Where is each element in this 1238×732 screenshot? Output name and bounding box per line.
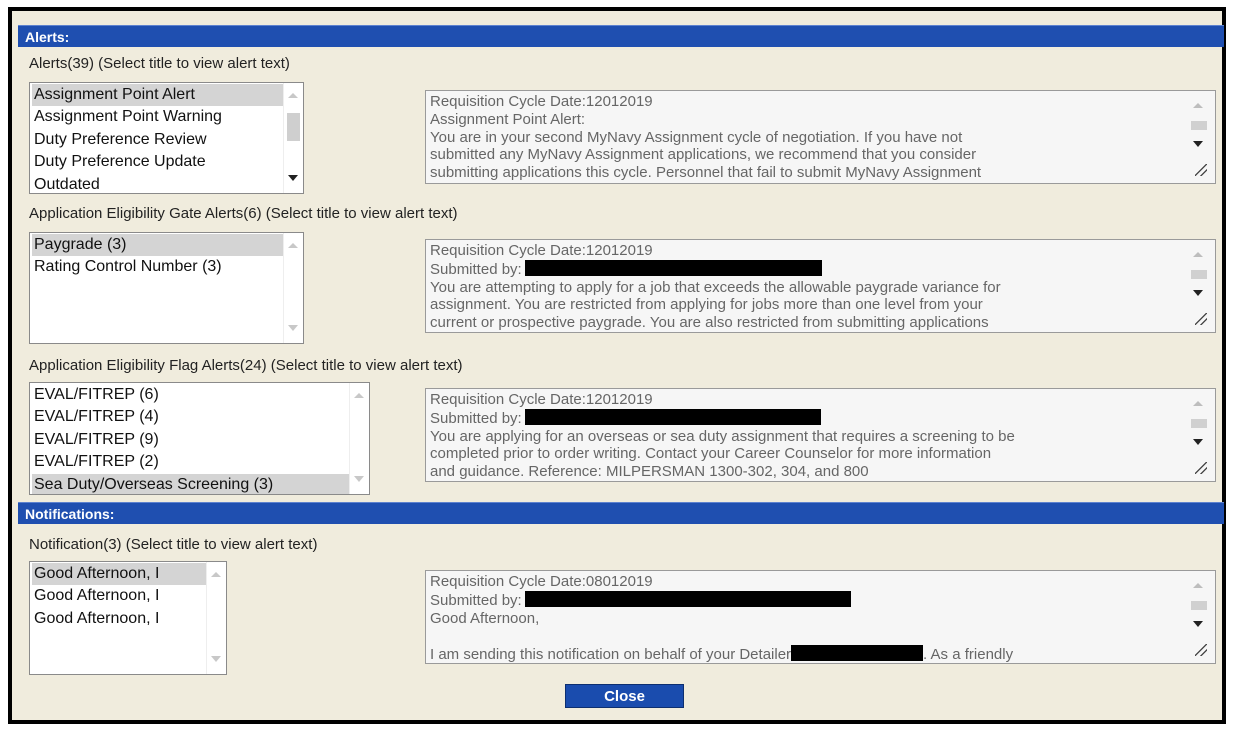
alerts-section-header: Alerts: bbox=[18, 25, 1224, 47]
scroll-up-arrow-icon[interactable] bbox=[288, 243, 298, 248]
scroll-down-arrow-icon[interactable] bbox=[1193, 141, 1203, 147]
scroll-down-arrow-icon[interactable] bbox=[211, 656, 221, 662]
alert-text-line: Requisition Cycle Date:12012019 bbox=[430, 242, 653, 259]
flag-alerts-label: Application Eligibility Flag Alerts(24) … bbox=[29, 357, 463, 374]
redacted-name bbox=[524, 590, 851, 607]
notifications-text-area[interactable]: Requisition Cycle Date:08012019 Submitte… bbox=[425, 570, 1216, 664]
scroll-up-arrow-icon[interactable] bbox=[1193, 252, 1203, 257]
notifications-list-item[interactable]: Good Afternoon, I bbox=[32, 585, 206, 607]
alert-text-line: Assignment Point Alert: bbox=[430, 110, 586, 128]
flag-alerts-listbox[interactable]: EVAL/FITREP (6) EVAL/FITREP (4) EVAL/FIT… bbox=[29, 382, 370, 495]
flag-alerts-list-item[interactable]: EVAL/FITREP (2) bbox=[32, 451, 349, 473]
scroll-up-arrow-icon[interactable] bbox=[288, 93, 298, 98]
scroll-thumb[interactable] bbox=[1191, 601, 1207, 610]
alerts-list-item[interactable]: Outdated bbox=[32, 174, 283, 193]
gate-alerts-text-area[interactable]: Requisition Cycle Date:12012019 Submitte… bbox=[425, 239, 1216, 333]
alerts-list-item[interactable]: Assignment Point Warning bbox=[32, 106, 283, 128]
alert-text-line: assignment. You are restricted from appl… bbox=[430, 296, 983, 314]
flag-alerts-list-item[interactable]: EVAL/FITREP (6) bbox=[32, 384, 349, 406]
gate-alerts-list-item[interactable]: Paygrade (3) bbox=[32, 234, 283, 257]
alert-text-line: Requisition Cycle Date:12012019 bbox=[430, 93, 653, 110]
notifications-list-item[interactable]: Good Afternoon, I bbox=[32, 563, 206, 586]
alert-text-line: I am sending this notification on behalf… bbox=[430, 645, 1183, 664]
resize-grip-icon[interactable] bbox=[1195, 313, 1207, 325]
scroll-down-arrow-icon[interactable] bbox=[288, 325, 298, 331]
alert-text-line: current or prospective paygrade. You are… bbox=[430, 314, 989, 332]
notifications-listbox[interactable]: Good Afternoon, I Good Afternoon, I Good… bbox=[29, 561, 227, 675]
resize-grip-icon[interactable] bbox=[1195, 462, 1207, 474]
notification-text-part: I am sending this notification on behalf… bbox=[430, 646, 792, 664]
alert-text-line: You are applying for an overseas or sea … bbox=[430, 427, 1015, 445]
alert-text-line: You are in your second MyNavy Assignment… bbox=[430, 128, 963, 146]
gate-alerts-listbox[interactable]: Paygrade (3) Rating Control Number (3) bbox=[29, 232, 304, 344]
alert-text-line: Good Afternoon, bbox=[430, 609, 540, 627]
redacted-name bbox=[791, 645, 924, 662]
notifications-label: Notification(3) (Select title to view al… bbox=[29, 536, 318, 553]
scroll-down-arrow-icon[interactable] bbox=[1193, 621, 1203, 627]
flag-alerts-text-area[interactable]: Requisition Cycle Date:12012019 Submitte… bbox=[425, 388, 1216, 482]
gate-alerts-list-item[interactable]: Rating Control Number (3) bbox=[32, 256, 283, 278]
alert-text-line: submitting applications this cycle. Pers… bbox=[430, 164, 982, 182]
alerts-list-item[interactable]: Duty Preference Review bbox=[32, 129, 283, 151]
scroll-up-arrow-icon[interactable] bbox=[1193, 401, 1203, 406]
gate-alerts-list-scrollbar[interactable] bbox=[283, 233, 303, 343]
scroll-up-arrow-icon[interactable] bbox=[211, 572, 221, 577]
scroll-up-arrow-icon[interactable] bbox=[1193, 103, 1203, 108]
alert-text-line: Submitted by: bbox=[430, 259, 1183, 279]
alert-text-line: Requisition Cycle Date:12012019 bbox=[430, 391, 653, 408]
submitted-by-label: Submitted by: bbox=[430, 591, 522, 609]
alert-text-line: completed prior to order writing. Contac… bbox=[430, 445, 992, 463]
scroll-up-arrow-icon[interactable] bbox=[1193, 583, 1203, 588]
scroll-down-arrow-icon[interactable] bbox=[1193, 439, 1203, 445]
alerts-list-item[interactable]: Duty Preference Update bbox=[32, 151, 283, 173]
submitted-by-label: Submitted by: bbox=[430, 260, 522, 278]
scroll-thumb[interactable] bbox=[287, 113, 300, 141]
alerts-text-area[interactable]: Requisition Cycle Date:12012019 Assignme… bbox=[425, 90, 1216, 184]
flag-alerts-list-scrollbar[interactable] bbox=[349, 383, 369, 494]
alerts-list-item[interactable]: Assignment Point Alert bbox=[32, 84, 283, 107]
notifications-list-item[interactable]: Good Afternoon, I bbox=[32, 608, 206, 630]
scroll-down-arrow-icon[interactable] bbox=[1193, 290, 1203, 296]
redacted-name bbox=[524, 408, 821, 425]
submitted-by-label: Submitted by: bbox=[430, 409, 522, 427]
alert-text-line bbox=[430, 627, 1183, 645]
notifications-list-scrollbar[interactable] bbox=[206, 562, 226, 674]
scroll-thumb[interactable] bbox=[1191, 121, 1207, 130]
flag-alerts-list-item[interactable]: EVAL/FITREP (4) bbox=[32, 406, 349, 428]
alert-text-line: Submitted by: bbox=[430, 408, 1183, 428]
flag-alerts-list-item[interactable]: Sea Duty/Overseas Screening (3) bbox=[32, 473, 349, 494]
scroll-thumb[interactable] bbox=[1191, 419, 1207, 428]
alerts-label: Alerts(39) (Select title to view alert t… bbox=[29, 55, 290, 72]
alerts-listbox[interactable]: Assignment Point Alert Assignment Point … bbox=[29, 82, 304, 194]
scroll-down-arrow-icon[interactable] bbox=[354, 476, 364, 482]
notifications-section-header: Notifications: bbox=[18, 502, 1224, 524]
gate-alerts-label: Application Eligibility Gate Alerts(6) (… bbox=[29, 205, 458, 222]
alerts-list-scrollbar[interactable] bbox=[283, 83, 303, 193]
resize-grip-icon[interactable] bbox=[1195, 164, 1207, 176]
alert-text-line: Submitted by: bbox=[430, 590, 1183, 610]
alert-text-line: You are attempting to apply for a job th… bbox=[430, 278, 1001, 296]
alert-text-line: submitted any MyNavy Assignment applicat… bbox=[430, 146, 977, 164]
flag-alerts-list-item[interactable]: EVAL/FITREP (9) bbox=[32, 429, 349, 451]
close-button[interactable]: Close bbox=[565, 684, 684, 708]
scroll-up-arrow-icon[interactable] bbox=[354, 393, 364, 398]
scroll-down-arrow-icon[interactable] bbox=[288, 175, 298, 181]
alert-text-line: and guidance. Reference: MILPERSMAN 1300… bbox=[430, 463, 869, 481]
alert-text-line: Requisition Cycle Date:08012019 bbox=[430, 573, 653, 590]
notification-text-part: . As a friendly bbox=[923, 646, 1014, 664]
scroll-thumb[interactable] bbox=[1191, 270, 1207, 279]
resize-grip-icon[interactable] bbox=[1195, 644, 1207, 656]
redacted-name bbox=[524, 259, 822, 276]
